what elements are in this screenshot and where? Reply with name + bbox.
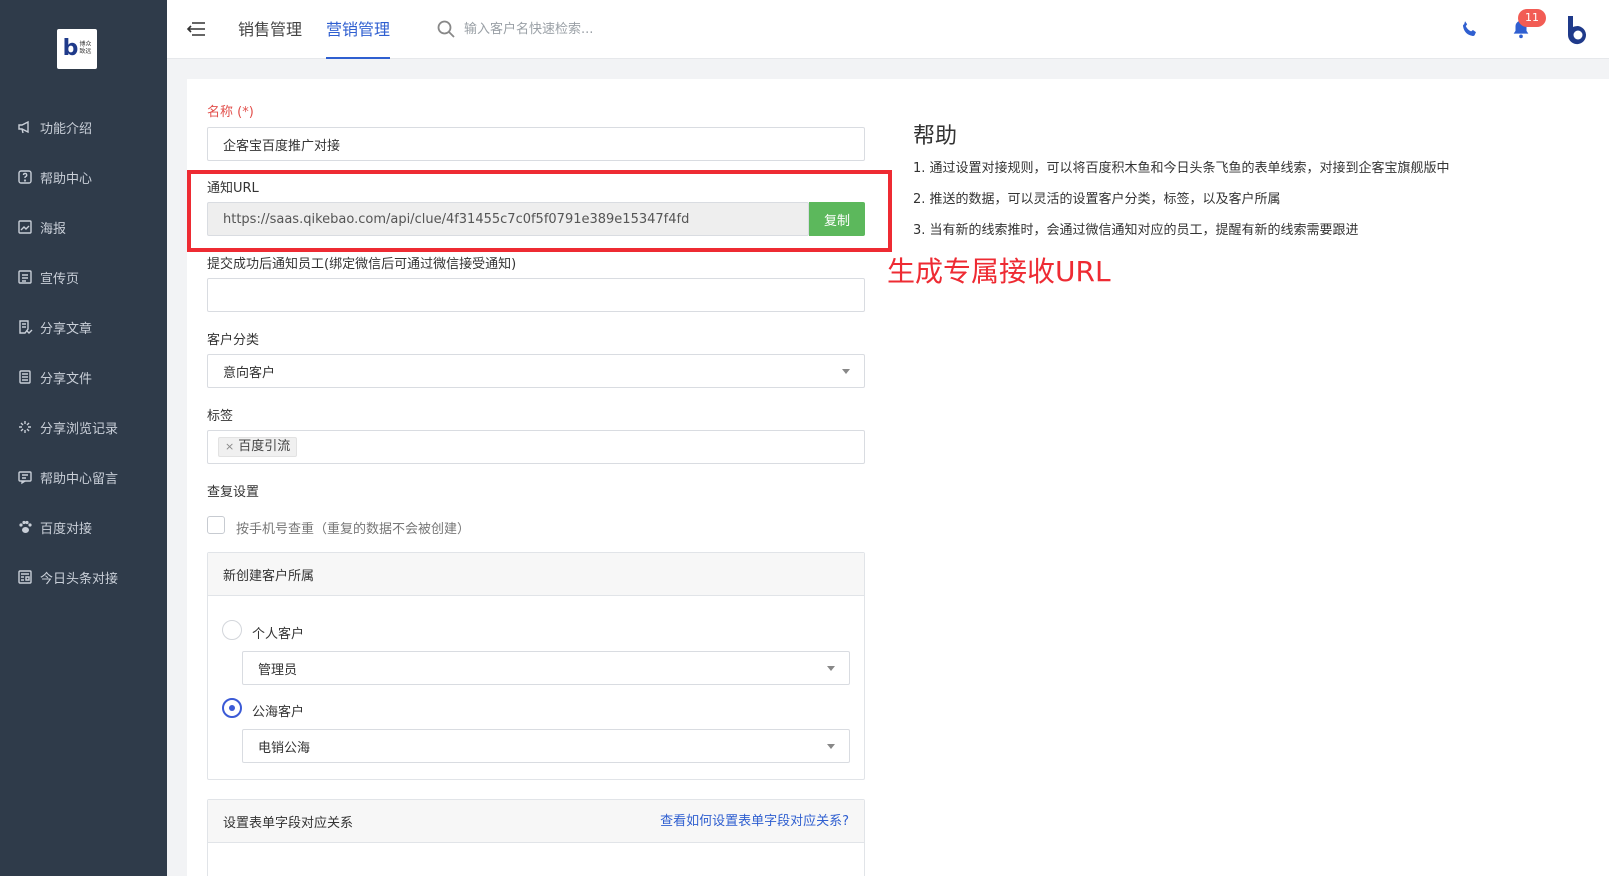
sidebar-item-share-article[interactable]: 分享文章 <box>0 302 167 352</box>
sidebar-item-promo-page[interactable]: 宣传页 <box>0 252 167 302</box>
app-logo[interactable]: b 博众 致远 <box>57 29 97 69</box>
sidebar-item-poster[interactable]: 海报 <box>0 202 167 252</box>
logo-text: 博众 致远 <box>79 41 92 55</box>
field-mapping-panel: 设置表单字段对应关系 查看如何设置表单字段对应关系? <box>207 799 865 876</box>
collapse-menu-icon[interactable] <box>185 18 207 40</box>
name-label: 名称 (*) <box>207 105 254 120</box>
chevron-down-icon <box>842 369 850 374</box>
sidebar-item-label: 功能介绍 <box>40 121 93 137</box>
field-mapping-head: 设置表单字段对应关系 查看如何设置表单字段对应关系? <box>208 800 864 843</box>
sidebar-item-label: 宣传页 <box>40 271 80 287</box>
dup-check-label: 按手机号查重（重复的数据不会被创建） <box>236 522 471 537</box>
sidebar-item-label: 帮助中心留言 <box>40 471 119 487</box>
help-line-2: 2. 推送的数据，可以灵活的设置客户分类，标签，以及客户所属 <box>913 192 1281 207</box>
category-select[interactable]: 意向客户 <box>207 354 865 388</box>
spark-icon <box>16 418 34 436</box>
sidebar-item-label: 分享文件 <box>40 371 93 387</box>
help-line-3: 3. 当有新的线索推时，会通过微信通知对应的员工，提醒有新的线索需要跟进 <box>913 223 1359 238</box>
personal-customer-radio[interactable] <box>222 620 242 640</box>
sidebar-item-label: 海报 <box>40 221 67 237</box>
megaphone-icon <box>16 118 34 136</box>
notify-employee-label: 提交成功后通知员工(绑定微信后可通过微信接受通知) <box>207 257 517 272</box>
sidebar-item-share-history[interactable]: 分享浏览记录 <box>0 402 167 452</box>
public-pool-select[interactable]: 电销公海 <box>242 729 850 763</box>
sidebar-item-label: 今日头条对接 <box>40 571 119 587</box>
sidebar-item-toutiao[interactable]: 今日头条对接 <box>0 552 167 602</box>
dup-check-checkbox[interactable] <box>207 516 225 534</box>
public-pool-value: 电销公海 <box>258 740 311 756</box>
sidebar-item-label: 帮助中心 <box>40 171 93 187</box>
sidebar-item-help-message[interactable]: 帮助中心留言 <box>0 452 167 502</box>
tab-marketing[interactable]: 营销管理 <box>326 0 391 59</box>
personal-owner-value: 管理员 <box>258 662 298 678</box>
tag-input[interactable]: × 百度引流 <box>207 430 865 464</box>
search-input[interactable] <box>464 17 694 41</box>
chevron-down-icon <box>827 744 835 749</box>
dup-settings-label: 查复设置 <box>207 485 260 500</box>
name-input[interactable]: 企客宝百度推广对接 <box>207 127 865 161</box>
highlight-box <box>187 170 892 252</box>
remove-tag-icon[interactable]: × <box>225 438 234 456</box>
sidebar-item-label: 百度对接 <box>40 521 93 537</box>
page-icon <box>16 268 34 286</box>
field-mapping-help-link[interactable]: 查看如何设置表单字段对应关系? <box>660 800 849 843</box>
public-customer-radio[interactable] <box>222 698 242 718</box>
tag-text: 百度引流 <box>238 439 291 454</box>
paw-icon <box>16 518 34 536</box>
phone-icon[interactable] <box>1459 18 1481 40</box>
sidebar-menu: 功能介绍 帮助中心 海报 宣传页 分享文章 分享文件 分享浏览记录 帮助中心留言… <box>0 102 167 602</box>
sidebar-item-label: 分享文章 <box>40 321 93 337</box>
search-icon[interactable] <box>436 19 456 39</box>
notification-badge: 11 <box>1518 9 1546 27</box>
sidebar-item-share-file[interactable]: 分享文件 <box>0 352 167 402</box>
logo-mark: b <box>62 36 79 61</box>
help-line-1: 1. 通过设置对接规则，可以将百度积木鱼和今日头条飞鱼的表单线索，对接到企客宝旗… <box>913 161 1450 176</box>
message-icon <box>16 468 34 486</box>
sidebar-item-label: 分享浏览记录 <box>40 421 119 437</box>
annotation-text: 生成专属接收URL <box>887 255 1111 288</box>
chevron-down-icon <box>827 666 835 671</box>
sidebar-item-help-center[interactable]: 帮助中心 <box>0 152 167 202</box>
help-title: 帮助 <box>913 124 958 149</box>
public-customer-label: 公海客户 <box>252 705 305 720</box>
owner-panel: 新创建客户所属 个人客户 管理员 公海客户 电销公海 <box>207 552 865 780</box>
article-icon <box>16 318 34 336</box>
personal-owner-select[interactable]: 管理员 <box>242 651 850 685</box>
file-icon <box>16 368 34 386</box>
top-bar: 销售管理 营销管理 11 <box>167 0 1609 59</box>
tab-sales[interactable]: 销售管理 <box>238 0 302 59</box>
news-icon <box>16 568 34 586</box>
category-value: 意向客户 <box>223 365 276 381</box>
sidebar-item-baidu[interactable]: 百度对接 <box>0 502 167 552</box>
notify-employee-input[interactable] <box>207 278 865 312</box>
sidebar: b 博众 致远 功能介绍 帮助中心 海报 宣传页 分享文章 分享文件 分享浏览记… <box>0 0 167 876</box>
poster-icon <box>16 218 34 236</box>
category-label: 客户分类 <box>207 333 260 348</box>
tag-chip: × 百度引流 <box>218 437 298 457</box>
owner-panel-title: 新创建客户所属 <box>208 553 864 596</box>
brand-logo-icon[interactable] <box>1561 13 1595 47</box>
personal-customer-label: 个人客户 <box>252 627 305 642</box>
sidebar-item-features[interactable]: 功能介绍 <box>0 102 167 152</box>
tag-label: 标签 <box>207 409 234 424</box>
field-mapping-title: 设置表单字段对应关系 <box>223 815 354 831</box>
help-icon <box>16 168 34 186</box>
